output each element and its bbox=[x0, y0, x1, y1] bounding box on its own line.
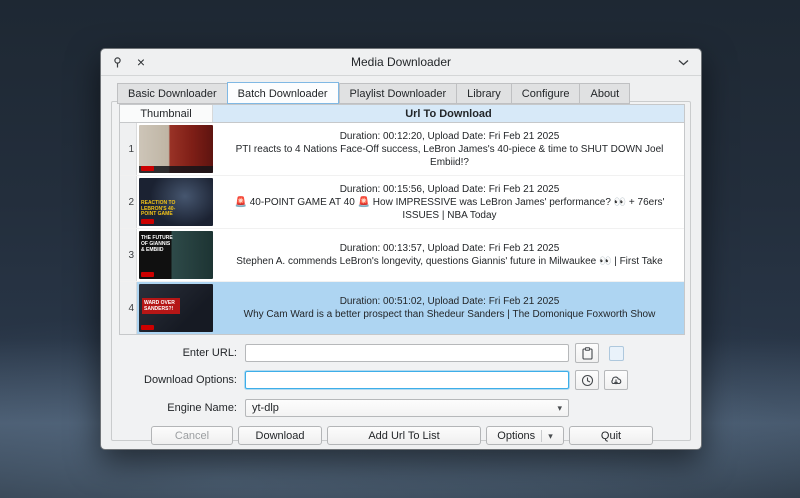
espn-logo bbox=[141, 219, 154, 224]
thumbnail-caption: THE FUTURE OF GIANNIS & EMBIID bbox=[141, 235, 173, 253]
media-downloader-window: × Media Downloader Basic Downloader Batc… bbox=[100, 48, 702, 450]
row-number: 4 bbox=[120, 282, 137, 334]
enter-url-input[interactable] bbox=[245, 344, 569, 362]
video-thumbnail: REACTION TO LEBRON'S 40-POINT GAME bbox=[139, 178, 213, 226]
video-title: PTI reacts to 4 Nations Face-Off success… bbox=[221, 143, 678, 169]
download-button[interactable]: Download bbox=[238, 426, 322, 445]
table-row-selected[interactable]: 4 WARD OVER SANDERS?! Duration: 00:51:02… bbox=[120, 282, 684, 334]
engine-select[interactable]: yt-dlp ▾ bbox=[245, 399, 569, 417]
thumbnail-caption: WARD OVER SANDERS?! bbox=[142, 298, 180, 314]
column-header-thumbnail[interactable]: Thumbnail bbox=[120, 105, 213, 122]
clipboard-icon bbox=[582, 347, 593, 360]
options-history-button[interactable] bbox=[575, 370, 599, 390]
video-meta: Duration: 00:15:56, Upload Date: Fri Feb… bbox=[340, 183, 560, 196]
cancel-button[interactable]: Cancel bbox=[151, 426, 233, 445]
table-row[interactable]: 1 Duration: 00:12:20, Upload Date: Fri F… bbox=[120, 123, 684, 176]
tab-playlist-downloader[interactable]: Playlist Downloader bbox=[339, 83, 457, 104]
options-button-label: Options bbox=[497, 430, 535, 442]
paste-clipboard-button[interactable] bbox=[575, 343, 599, 363]
window-title: Media Downloader bbox=[101, 49, 701, 75]
download-options-input[interactable] bbox=[245, 371, 569, 389]
quit-button[interactable]: Quit bbox=[569, 426, 653, 445]
enter-url-label: Enter URL: bbox=[119, 347, 237, 359]
espn-logo bbox=[141, 272, 154, 277]
espn-logo bbox=[141, 166, 154, 171]
desktop: { "window": { "title": "Media Downloader… bbox=[0, 0, 800, 498]
thumbnail-caption: REACTION TO LEBRON'S 40-POINT GAME bbox=[141, 201, 179, 218]
video-meta: Duration: 00:12:20, Upload Date: Fri Feb… bbox=[340, 130, 560, 143]
espn-logo bbox=[141, 325, 154, 330]
engine-name-label: Engine Name: bbox=[119, 402, 237, 414]
column-header-url[interactable]: Url To Download bbox=[213, 105, 684, 122]
tab-about[interactable]: About bbox=[579, 83, 630, 104]
video-thumbnail: THE FUTURE OF GIANNIS & EMBIID bbox=[139, 231, 213, 279]
video-meta: Duration: 00:13:57, Upload Date: Fri Feb… bbox=[340, 242, 560, 255]
clock-history-icon bbox=[581, 374, 594, 387]
table-row[interactable]: 2 REACTION TO LEBRON'S 40-POINT GAME Dur… bbox=[120, 176, 684, 229]
video-thumbnail bbox=[139, 125, 213, 173]
table-row[interactable]: 3 THE FUTURE OF GIANNIS & EMBIID Duratio… bbox=[120, 229, 684, 282]
chevron-down-icon[interactable] bbox=[675, 54, 691, 70]
video-thumbnail: WARD OVER SANDERS?! bbox=[139, 284, 213, 332]
add-url-to-list-button[interactable]: Add Url To List bbox=[327, 426, 481, 445]
video-title: Stephen A. commends LeBron's longevity, … bbox=[236, 255, 662, 268]
tab-configure[interactable]: Configure bbox=[511, 83, 580, 104]
video-title: Why Cam Ward is a better prospect than S… bbox=[244, 308, 656, 321]
chevron-down-icon: ▾ bbox=[557, 403, 562, 414]
cloud-download-icon bbox=[609, 374, 623, 386]
options-button[interactable]: Options ▾ bbox=[486, 426, 564, 445]
row-number: 3 bbox=[120, 229, 137, 281]
tab-basic-downloader[interactable]: Basic Downloader bbox=[117, 83, 227, 104]
row-number: 2 bbox=[120, 176, 137, 228]
clipboard-monitor-checkbox[interactable] bbox=[609, 346, 624, 361]
action-button-bar: Cancel Download Add Url To List Options … bbox=[151, 426, 653, 445]
video-meta: Duration: 00:51:02, Upload Date: Fri Feb… bbox=[340, 295, 560, 308]
download-options-label: Download Options: bbox=[119, 374, 237, 386]
tab-library[interactable]: Library bbox=[456, 83, 511, 104]
tab-bar: Basic Downloader Batch Downloader Playli… bbox=[117, 82, 630, 104]
titlebar: × Media Downloader bbox=[101, 49, 701, 76]
engine-selected-value: yt-dlp bbox=[252, 402, 279, 414]
download-options-extra-button[interactable] bbox=[604, 370, 628, 390]
video-title: 🚨 40-POINT GAME AT 40 🚨 How IMPRESSIVE w… bbox=[221, 196, 678, 222]
row-number: 1 bbox=[120, 123, 137, 175]
tab-batch-downloader[interactable]: Batch Downloader bbox=[227, 82, 339, 104]
chevron-down-icon: ▾ bbox=[541, 430, 553, 442]
download-list-table: Thumbnail Url To Download 1 Duration: 00… bbox=[119, 104, 685, 335]
table-header-row: Thumbnail Url To Download bbox=[120, 105, 684, 123]
